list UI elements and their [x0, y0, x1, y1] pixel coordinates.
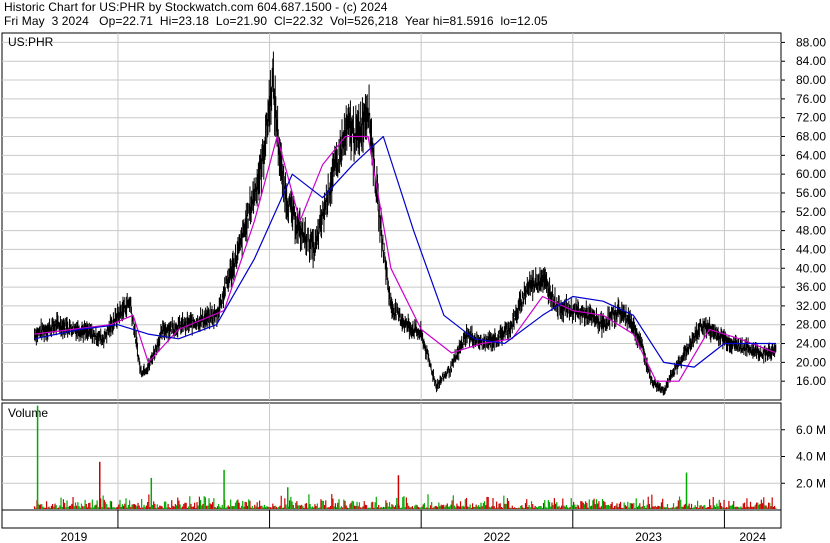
volume-panel: Volume 6.0 M 4.0 M 2.0 M — [1, 402, 826, 511]
year-label: 2024 — [739, 530, 766, 543]
volume-tick-label: 2.0 M — [796, 476, 826, 490]
price-tick-label: 52.00 — [796, 205, 826, 219]
volume-tick-label: 6.0 M — [796, 423, 826, 437]
year-label: 2021 — [332, 530, 359, 543]
price-tick-label: 28.00 — [796, 318, 826, 332]
x-axis: 2019 2020 2021 2022 2023 2024 — [1, 509, 782, 543]
price-tick-label: 32.00 — [796, 299, 826, 313]
volume-panel-title: Volume — [8, 406, 48, 420]
price-tick-label: 64.00 — [796, 148, 826, 162]
year-label: 2020 — [180, 530, 207, 543]
stock-chart: 88.00 84.00 80.00 76.00 72.00 68.00 64.00 60.00… — [1, 32, 826, 543]
volume-tick-label: 4.0 M — [796, 450, 826, 464]
price-panel-title: US:PHR — [8, 35, 54, 49]
date-axis-frame — [1, 509, 782, 529]
price-frame — [1, 32, 782, 401]
price-tick-label: 76.00 — [796, 92, 826, 106]
price-tick-label: 44.00 — [796, 242, 826, 256]
price-tick-label: 68.00 — [796, 130, 826, 144]
year-label: 2022 — [484, 530, 511, 543]
price-tick-label: 48.00 — [796, 224, 826, 238]
price-tick-label: 56.00 — [796, 186, 826, 200]
price-tick-label: 36.00 — [796, 280, 826, 294]
price-tick-label: 16.00 — [796, 374, 826, 388]
price-tick-label: 20.00 — [796, 355, 826, 369]
year-label: 2019 — [61, 530, 88, 543]
price-tick-label: 72.00 — [796, 111, 826, 125]
price-tick-label: 84.00 — [796, 54, 826, 68]
price-tick-label: 80.00 — [796, 73, 826, 87]
year-label: 2023 — [635, 530, 662, 543]
price-tick-label: 88.00 — [796, 35, 826, 49]
price-tick-label: 24.00 — [796, 337, 826, 351]
price-tick-label: 60.00 — [796, 167, 826, 181]
price-panel: 88.00 84.00 80.00 76.00 72.00 68.00 64.00 60.00… — [1, 32, 826, 401]
price-tick-label: 40.00 — [796, 261, 826, 275]
